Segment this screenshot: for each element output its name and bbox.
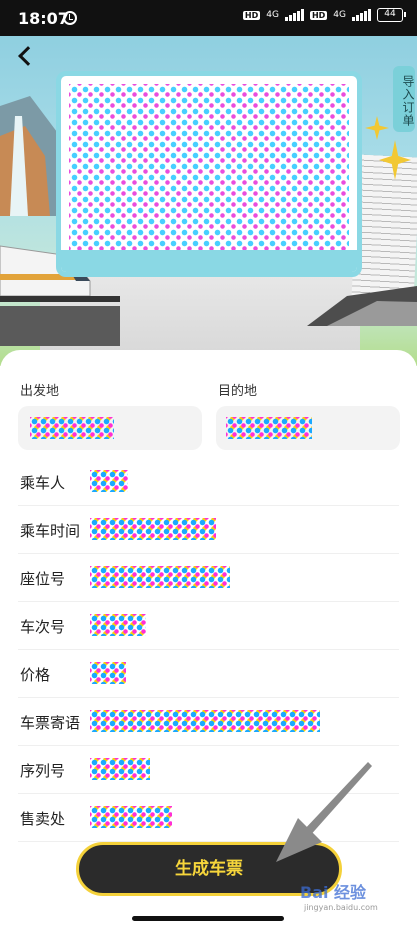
network-type: 4G [266,10,279,20]
redacted-value [90,470,128,492]
signal-icon [352,9,371,21]
row-label: 序列号 [20,762,66,780]
redacted-value [90,806,172,828]
ticket-office-row[interactable]: 售卖处 [0,794,417,842]
redacted-value [90,614,146,636]
hero-banner: 导入订单 [0,36,417,366]
watermark-subtext: jingyan.baidu.com [303,903,378,912]
ticket-preview-footer [61,250,357,272]
train-number-row[interactable]: 车次号 [0,602,417,650]
redacted-value [226,417,312,439]
redacted-value [30,417,114,439]
import-order-button[interactable]: 导入订单 [393,66,415,132]
signal-icon [284,9,304,21]
hd-badge: HD [309,10,328,20]
status-indicators: HD 4G HD 4G 44 [242,8,406,22]
ticket-preview [56,71,362,277]
departure-input[interactable] [18,406,202,450]
destination-input[interactable] [216,406,400,450]
ticket-message-row[interactable]: 车票寄语 [0,698,417,746]
hd-badge: HD [242,10,261,20]
row-label: 车次号 [20,618,66,636]
battery-icon: 44 [377,8,406,22]
watermark-text: Bai 经验 [300,883,367,902]
status-time: 18:07 [18,9,69,28]
back-button[interactable] [10,40,40,70]
status-bar: 18:07 HD 4G HD 4G 44 [0,0,417,36]
row-label: 座位号 [20,570,66,588]
baidu-watermark: Bai 经验 jingyan.baidu.com [298,878,410,914]
row-label: 乘车人 [20,474,66,492]
departure-label: 出发地 [20,384,60,399]
price-row[interactable]: 价格 [0,650,417,698]
network-type: 4G [333,10,346,20]
destination-label: 目的地 [218,384,258,399]
departure-time-row[interactable]: 乘车时间 [0,506,417,554]
row-label: 价格 [20,666,51,684]
redacted-value [90,566,230,588]
alarm-icon [63,11,77,25]
row-label: 乘车时间 [20,522,81,540]
row-label: 售卖处 [20,810,66,828]
redacted-value [90,518,216,540]
redacted-value [90,662,126,684]
redacted-value [90,758,150,780]
row-label: 车票寄语 [20,714,81,732]
passenger-row[interactable]: 乘车人 [0,458,417,506]
sparkle-icon [365,116,389,140]
seat-number-row[interactable]: 座位号 [0,554,417,602]
home-indicator[interactable] [132,916,284,921]
ticket-preview-redacted [69,84,349,250]
serial-number-row[interactable]: 序列号 [0,746,417,794]
redacted-value [90,710,320,732]
